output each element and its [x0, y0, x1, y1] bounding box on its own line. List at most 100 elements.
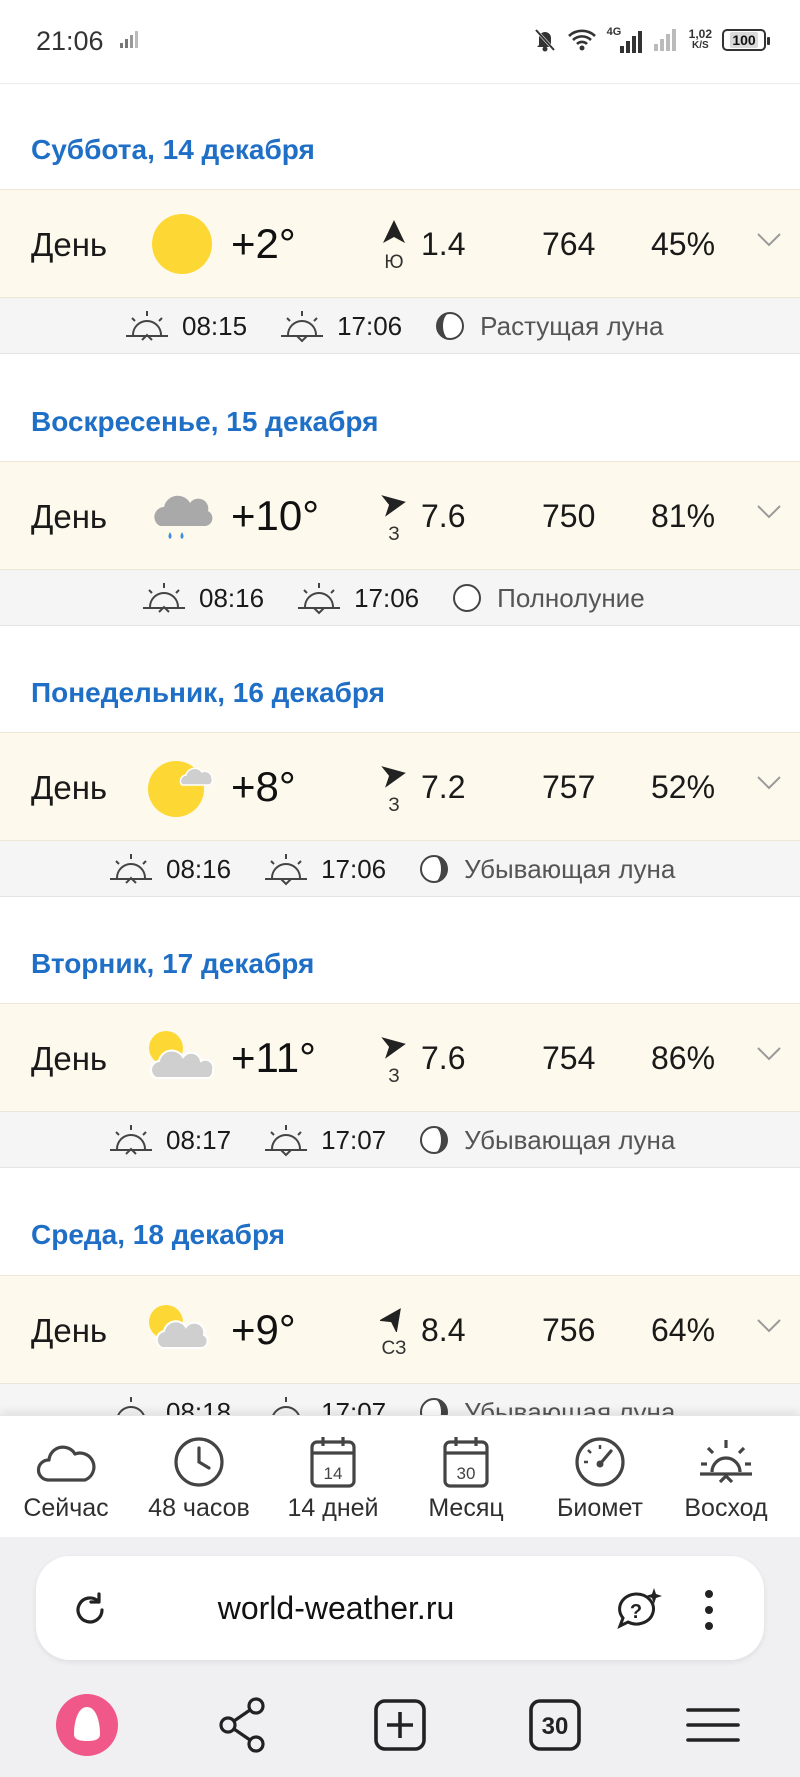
- status-time: 21:06: [36, 26, 104, 56]
- wind-direction: Ю: [384, 252, 404, 273]
- status-icons: 4G 1,02 K/S 100: [533, 22, 770, 58]
- nav-label: Биомет: [557, 1494, 643, 1522]
- nav-item-month[interactable]: 30 Месяц: [401, 1416, 531, 1538]
- ai-assistant-icon[interactable]: ?: [614, 1586, 664, 1632]
- humidity: 86%: [651, 1040, 716, 1076]
- humidity: 81%: [651, 498, 716, 534]
- wind-direction: З: [388, 1066, 400, 1087]
- sunset-time: 17:06: [321, 853, 387, 884]
- nav-label: Сейчас: [23, 1494, 109, 1522]
- svg-text:?: ?: [630, 1601, 642, 1623]
- chevron-down-icon[interactable]: [756, 1318, 782, 1334]
- chevron-down-icon[interactable]: [756, 504, 782, 520]
- sunrise-time: 08:16: [166, 853, 232, 884]
- chevron-down-icon[interactable]: [756, 1046, 782, 1062]
- signal-4g-icon: 4G: [607, 26, 643, 54]
- pressure: 754: [542, 1040, 596, 1076]
- calendar-icon: 14: [310, 1437, 356, 1488]
- sunrise-time: 08:17: [166, 1124, 232, 1155]
- sunset-icon: [272, 1397, 300, 1415]
- svg-text:14: 14: [324, 1464, 343, 1483]
- clock-icon: [174, 1437, 224, 1487]
- share-icon[interactable]: [208, 1690, 278, 1760]
- day-row[interactable]: День +10° З 7.6 750 81%: [0, 461, 800, 570]
- day-row[interactable]: День +2° Ю 1.4 764 45%: [0, 189, 800, 298]
- day-row[interactable]: День +9° СЗ 8.4 756 64%: [0, 1275, 800, 1384]
- tabs-icon[interactable]: 30: [520, 1690, 590, 1760]
- nav-item-14days[interactable]: 14 14 дней: [268, 1416, 398, 1538]
- forecast-list: Суббота, 14 декабря День +2° Ю 1.4 764 4…: [0, 85, 800, 1415]
- sunset-time: 17:06: [354, 582, 420, 613]
- temperature: +2°: [231, 220, 296, 267]
- sun-small-cloud-icon: [148, 761, 214, 817]
- svg-text:30: 30: [457, 1464, 476, 1483]
- sunrise-time: 08:16: [199, 582, 265, 613]
- temperature: +11°: [231, 1034, 316, 1081]
- sun-moon-row: 08:17 17:07 Убывающая луна: [0, 1112, 800, 1168]
- sun-moon-row: 08:16 17:06 Полнолуние: [0, 570, 800, 626]
- full-moon-icon: [453, 584, 482, 612]
- day-title: Среда, 18 декабря: [31, 1219, 286, 1250]
- sunset-time: 17:07: [321, 1124, 387, 1155]
- new-tab-icon[interactable]: [365, 1690, 435, 1760]
- humidity: 64%: [651, 1312, 716, 1348]
- cloud-icon: [36, 1445, 96, 1482]
- wind-arrow-icon: [383, 220, 405, 243]
- sunset-time: 17:07: [321, 1396, 387, 1416]
- sun-moon-row: 08:15 17:06 Растущая луна: [0, 298, 800, 354]
- day-row[interactable]: День +8° З 7.2 757 52%: [0, 732, 800, 841]
- sunrise-time: 08:15: [182, 310, 248, 341]
- battery-icon: 100: [722, 29, 770, 51]
- chevron-down-icon[interactable]: [756, 775, 782, 791]
- sun-icon: [152, 214, 212, 274]
- menu-icon[interactable]: [678, 1690, 748, 1760]
- nav-item-sunrise[interactable]: Восход: [661, 1416, 791, 1538]
- sunset-time: 17:06: [337, 310, 403, 341]
- reload-icon[interactable]: [70, 1590, 110, 1630]
- chevron-down-icon[interactable]: [756, 232, 782, 248]
- partly-cloudy-icon: [149, 1305, 209, 1349]
- url-text[interactable]: world-weather.ru: [156, 1590, 516, 1627]
- nav-item-now[interactable]: Сейчас: [1, 1416, 131, 1538]
- bell-muted-icon: [534, 28, 555, 52]
- wind-direction: З: [388, 524, 400, 545]
- moon-phase: Убывающая луна: [464, 1124, 676, 1155]
- moon-phase: Полнолуние: [497, 582, 645, 613]
- nav-label: Восход: [684, 1494, 768, 1522]
- humidity: 45%: [651, 226, 716, 262]
- sunset-icon: [281, 311, 324, 343]
- sun-moon-row: 08:18 17:07 Убывающая луна: [0, 1384, 800, 1415]
- address-bar[interactable]: world-weather.ru ?: [36, 1556, 764, 1660]
- sunrise-icon: [117, 1397, 145, 1415]
- more-vertical-icon[interactable]: [702, 1588, 716, 1632]
- wind-arrow-icon: [381, 1037, 406, 1059]
- day-row[interactable]: День +11° З 7.6 754 86%: [0, 1003, 800, 1112]
- sunrise-icon: [126, 311, 168, 341]
- app-bottom-nav: Сейчас 48 часов 14 14 дней 30 Месяц Биом…: [0, 1415, 800, 1537]
- sunrise-icon: [110, 854, 152, 884]
- sunrise-icon: [110, 1125, 152, 1155]
- wind-speed: 1.4: [421, 226, 466, 262]
- browser-chrome: world-weather.ru ? 30: [0, 1537, 800, 1777]
- moon-phase: Убывающая луна: [464, 1396, 676, 1416]
- wind-speed: 7.6: [421, 498, 466, 534]
- period-label: День: [31, 498, 108, 535]
- temperature: +10°: [231, 492, 320, 539]
- nav-item-48h[interactable]: 48 часов: [134, 1416, 264, 1538]
- waning-moon-icon: [420, 855, 449, 883]
- network-speed: 1,02 K/S: [688, 27, 712, 51]
- sunset-icon: [265, 854, 308, 886]
- svg-text:30: 30: [542, 1713, 569, 1740]
- temperature: +8°: [231, 763, 296, 810]
- pressure: 757: [542, 769, 596, 805]
- assistant-icon[interactable]: [52, 1690, 122, 1760]
- moon-phase: Убывающая луна: [464, 853, 676, 884]
- nav-label: 14 дней: [287, 1494, 379, 1522]
- pressure: 756: [542, 1312, 596, 1348]
- cloudy-sun-icon: [149, 1031, 215, 1079]
- humidity: 52%: [651, 769, 716, 805]
- day-title: Воскресенье, 15 декабря: [31, 406, 379, 437]
- nav-item-biomet[interactable]: Биомет: [535, 1416, 665, 1538]
- rain-cloud-icon: [154, 495, 213, 539]
- waning-moon-icon: [420, 1398, 449, 1415]
